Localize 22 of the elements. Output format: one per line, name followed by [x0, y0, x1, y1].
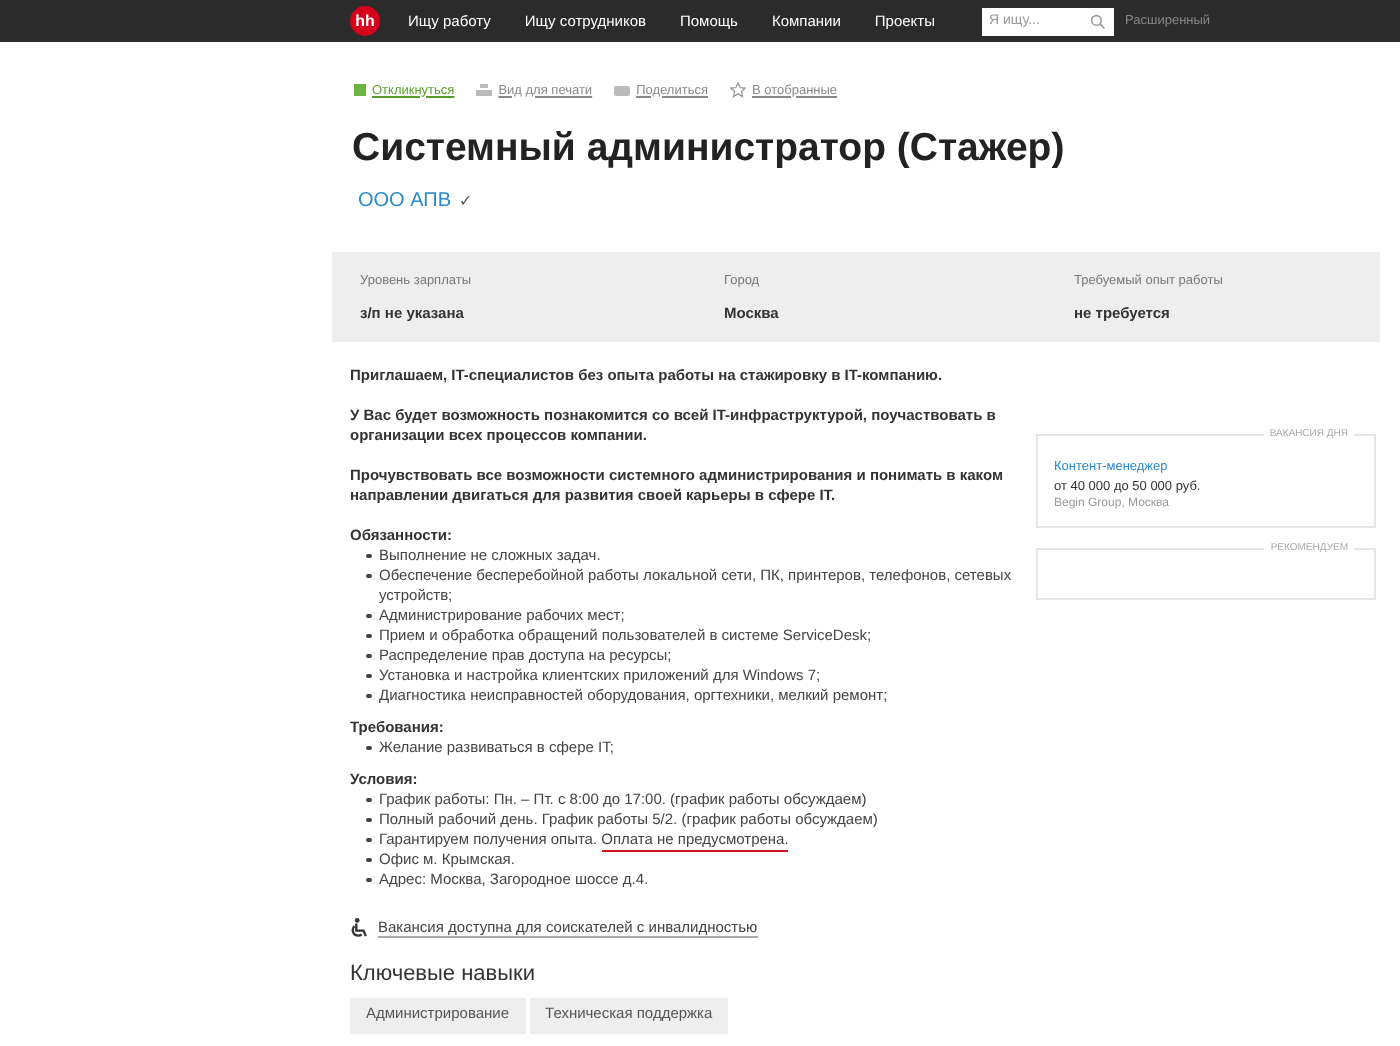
bullet-icon — [366, 633, 371, 638]
bullet-icon — [366, 613, 371, 618]
bullet-icon — [366, 673, 371, 678]
logo[interactable]: hh — [350, 6, 380, 36]
skills-heading: Ключевые навыки — [350, 962, 538, 986]
bullet-icon — [366, 653, 371, 658]
star-icon — [729, 82, 746, 98]
bullet-icon — [366, 817, 371, 822]
bullet-icon — [366, 857, 371, 862]
bullet-icon — [366, 797, 371, 802]
printer-icon — [476, 83, 493, 97]
bullet-icon — [366, 553, 371, 558]
bullet-icon — [366, 693, 371, 698]
bullet-icon — [366, 877, 371, 882]
wheelchair-icon — [350, 918, 368, 938]
bullet-icon — [366, 745, 371, 750]
vacancy-title: Системный администратор (Стажер) — [352, 126, 1067, 172]
search-icon[interactable] — [1089, 13, 1106, 29]
check-mark: ✓ — [459, 192, 474, 210]
bullet-icon — [366, 837, 371, 842]
bullet-icon — [366, 573, 371, 578]
company-link[interactable]: ООО АПВ — [358, 190, 452, 212]
